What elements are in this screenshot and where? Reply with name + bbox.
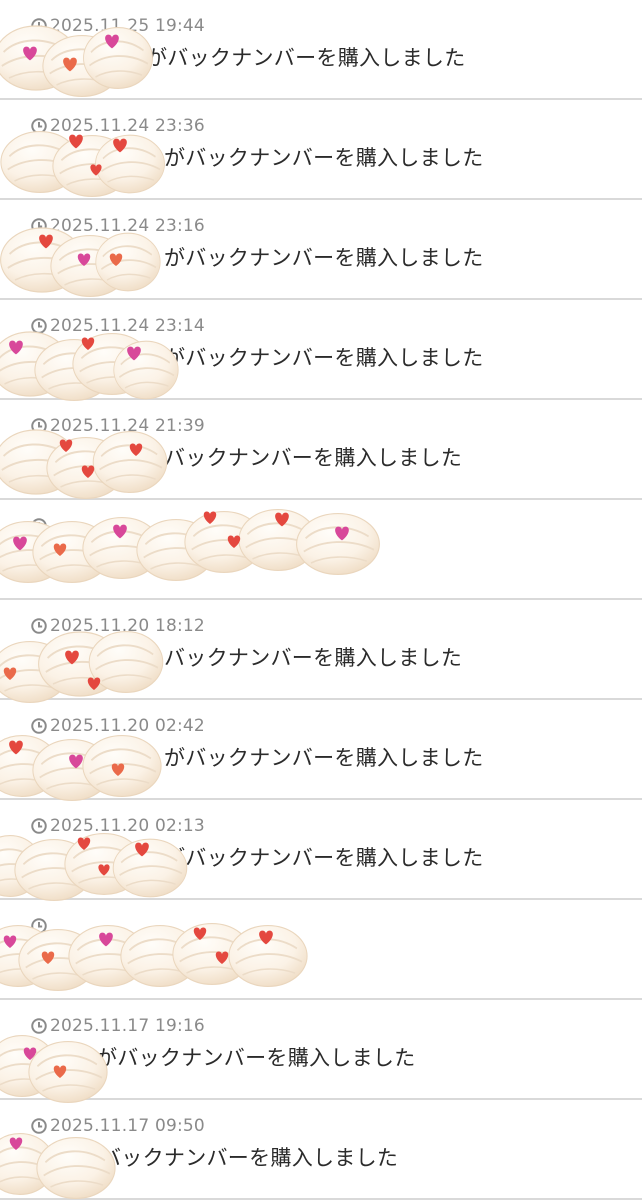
purchase-message: がバックナンバーを購入しました [96,1046,416,1070]
list-item[interactable]: 2025.11.24 23:16 がバックナンバーを購入しました [0,200,642,300]
timestamp-text: 2025.11.24 21:39 [50,416,205,436]
timestamp-text: 2025.11.20 18:12 [50,616,205,636]
purchase-history-list: 2025.11.25 19:44 がバックナンバーを購入しました 2025.11… [0,0,642,1200]
clock-icon [31,318,47,334]
timestamp: 2025.11.24 23:36 [30,114,205,138]
timestamp: 2025.11.17 19:16 [30,1014,205,1038]
clock-icon [31,918,47,934]
purchase-message: がバックナンバーを購入しました [146,46,466,70]
clock-icon [31,518,47,534]
timestamp: 2025.11.20 02:13 [30,814,205,838]
timestamp-text: 2025.11.20 02:13 [50,816,205,836]
timestamp: 2025.11.20 02:42 [30,714,205,738]
purchase-message: バックナンバーを購入しました [100,1146,399,1170]
timestamp-text: 2025.11.24 23:36 [50,116,205,136]
clock-icon [31,618,47,634]
purchase-message: がバックナンバーを購入しました [164,746,484,770]
list-item[interactable]: 2025.11.17 19:16 がバックナンバーを購入しました [0,1000,642,1100]
purchase-message: がバックナンバーを購入しました [164,146,484,170]
clock-icon [31,818,47,834]
timestamp-text: 2025.11.17 09:50 [50,1116,205,1136]
timestamp-text: 2025.11.20 02:42 [50,716,205,736]
timestamp: 2025.11.25 19:44 [30,14,205,38]
list-item[interactable]: 2025.11.20 02:42 がバックナンバーを購入しました [0,700,642,800]
timestamp: 2025.11.24 21:39 [30,414,205,438]
timestamp-text: 2025.11.17 19:16 [50,1016,205,1036]
timestamp-text: 2025.11.24 23:16 [50,216,205,236]
clock-icon [31,218,47,234]
clock-icon [31,1118,47,1134]
list-item[interactable]: 2025.11.20 18:12 バックナンバーを購入しました [0,600,642,700]
timestamp: 2025.11.17 09:50 [30,1114,205,1138]
timestamp: 2025.11.20 18:12 [30,614,205,638]
purchase-message: がバックナンバーを購入しました [164,346,484,370]
purchase-message: がバックナンバーを購入しました [164,846,484,870]
clock-icon [31,118,47,134]
timestamp: 2025.11.24 23:14 [30,314,205,338]
list-item[interactable] [0,500,642,600]
list-item[interactable]: 2025.11.25 19:44 がバックナンバーを購入しました [0,0,642,100]
list-item[interactable]: 2025.11.20 02:13 がバックナンバーを購入しました [0,800,642,900]
list-item[interactable]: 2025.11.24 21:39 バックナンバーを購入しました [0,400,642,500]
timestamp-text: 2025.11.25 19:44 [50,16,205,36]
timestamp [30,914,50,938]
list-item[interactable] [0,900,642,1000]
list-item[interactable]: 2025.11.24 23:36 がバックナンバーを購入しました [0,100,642,200]
purchase-message: バックナンバーを購入しました [164,646,463,670]
clock-icon [31,18,47,34]
purchase-message: バックナンバーを購入しました [164,446,463,470]
list-item[interactable]: 2025.11.24 23:14 がバックナンバーを購入しました [0,300,642,400]
purchase-message: がバックナンバーを購入しました [164,246,484,270]
clock-icon [31,1018,47,1034]
clock-icon [31,718,47,734]
timestamp: 2025.11.24 23:16 [30,214,205,238]
timestamp-text: 2025.11.24 23:14 [50,316,205,336]
clock-icon [31,418,47,434]
timestamp [30,514,50,538]
list-item[interactable]: 2025.11.17 09:50 バックナンバーを購入しました [0,1100,642,1200]
